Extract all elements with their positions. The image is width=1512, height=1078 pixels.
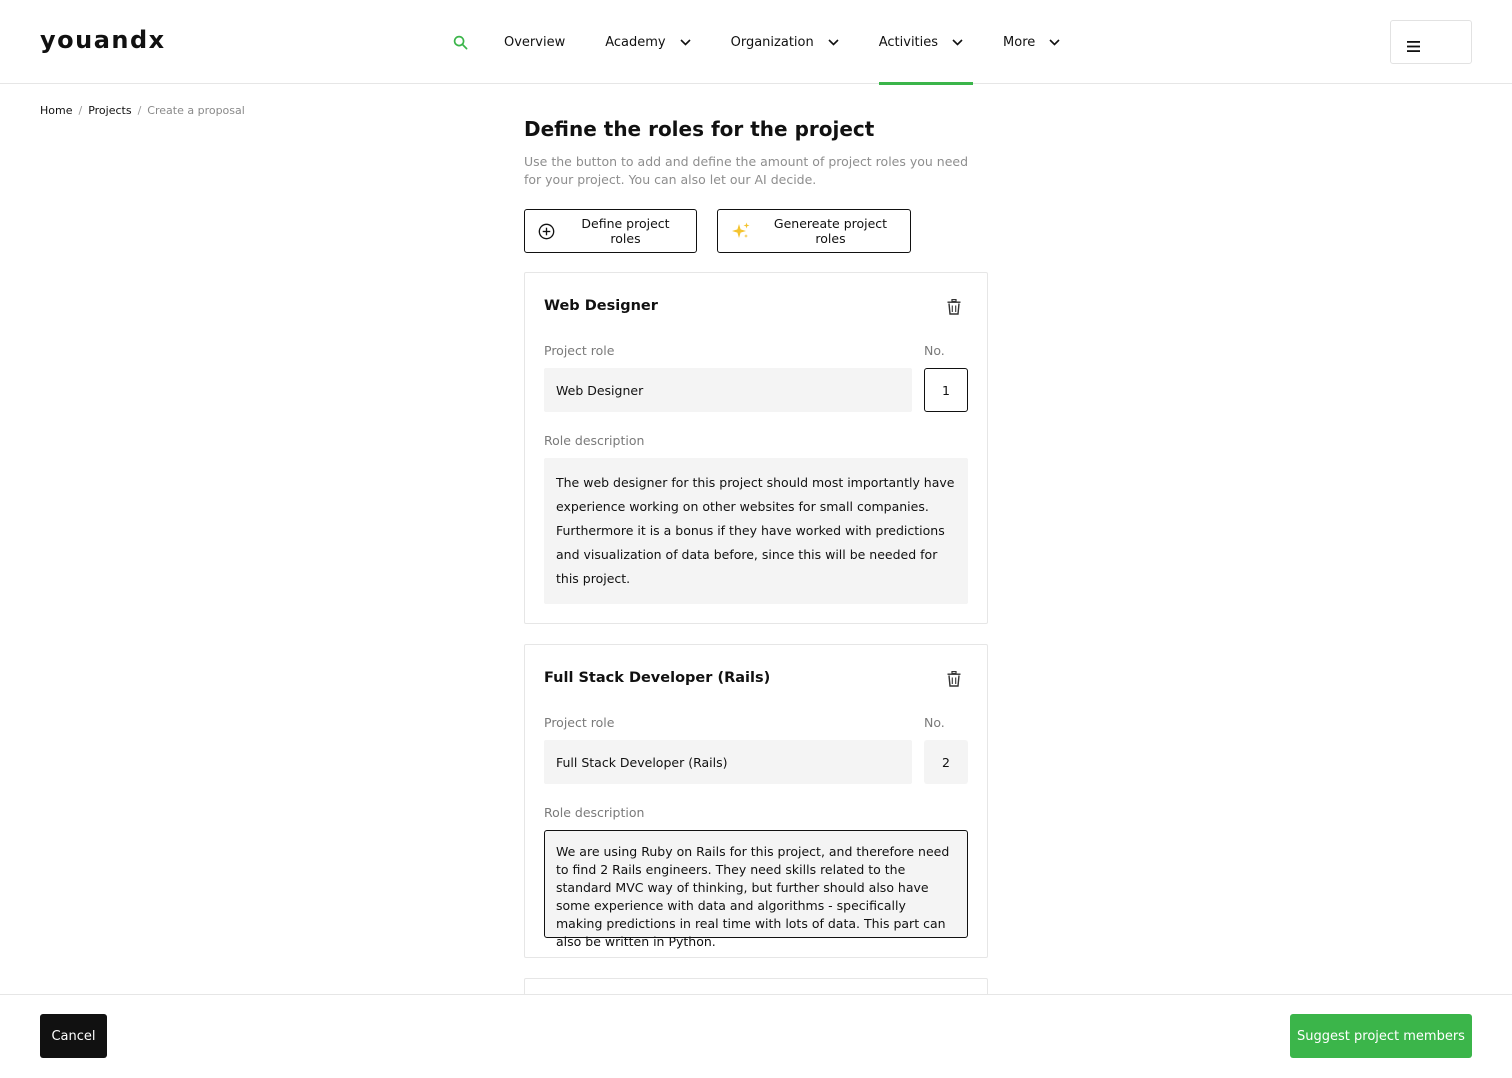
nav-item-label: Organization <box>730 34 814 50</box>
nav-item-label: Academy <box>605 34 666 50</box>
nav-item-organization[interactable]: Organization <box>731 0 839 84</box>
count-label: No. <box>924 715 945 730</box>
role-card-title: Full Stack Developer (Rails) <box>544 670 771 686</box>
breadcrumb: Home / Projects / Create a proposal <box>40 104 245 117</box>
role-card: Web Designer Project role No. Web Design… <box>524 272 988 624</box>
button-label: Define project roles <box>581 216 670 246</box>
project-role-input[interactable]: Full Stack Developer (Rails) <box>544 740 912 784</box>
role-description-label: Role description <box>544 805 645 820</box>
page-subtitle: Use the button to add and define the amo… <box>524 154 969 187</box>
menu-button[interactable] <box>1390 20 1472 64</box>
trash-icon[interactable] <box>947 298 961 315</box>
project-role-label: Project role <box>544 715 615 730</box>
role-description-textarea[interactable]: We are using Ruby on Rails for this proj… <box>544 830 968 949</box>
main-nav: Overview Academy Organization Activities… <box>446 0 1100 85</box>
role-card-title: Web Designer <box>544 298 658 314</box>
plus-circle-icon <box>538 223 555 240</box>
footer-bar: Cancel Suggest project members <box>0 994 1512 1078</box>
hamburger-menu-icon <box>1407 37 1420 56</box>
count-label: No. <box>924 343 945 358</box>
role-count-input[interactable]: 1 <box>924 368 968 412</box>
role-card: Full Stack Developer (Rails) Project rol… <box>524 644 988 958</box>
role-description-textarea[interactable]: The web designer for this project should… <box>544 458 968 604</box>
nav-item-label: More <box>1003 34 1036 50</box>
nav-item-overview[interactable]: Overview <box>504 0 565 84</box>
sparkles-icon <box>731 221 751 241</box>
role-description-label: Role description <box>544 433 645 448</box>
logo[interactable]: youandx <box>40 26 166 54</box>
top-header: youandx Overview Academy Organization Ac… <box>0 0 1512 85</box>
breadcrumb-projects[interactable]: Projects <box>88 104 131 117</box>
project-role-input[interactable]: Web Designer <box>544 368 912 412</box>
breadcrumb-separator: / <box>137 104 142 117</box>
nav-item-more[interactable]: More <box>1003 0 1060 84</box>
button-label: Genereate project roles <box>773 216 888 246</box>
nav-item-academy[interactable]: Academy <box>605 0 691 84</box>
chevron-down-icon <box>828 38 839 46</box>
breadcrumb-home[interactable]: Home <box>40 104 72 117</box>
define-project-roles-button[interactable]: Define project roles <box>524 209 697 253</box>
chevron-down-icon <box>952 38 963 46</box>
nav-item-label: Activities <box>878 34 939 50</box>
nav-item-activities[interactable]: Activities <box>878 0 974 85</box>
search-icon[interactable] <box>446 28 474 56</box>
chevron-down-icon <box>1049 38 1060 46</box>
breadcrumb-separator: / <box>78 104 83 117</box>
main-content: Define the roles for the project Use the… <box>524 116 988 253</box>
chevron-down-icon <box>680 38 691 46</box>
suggest-project-members-button[interactable]: Suggest project members <box>1290 1014 1472 1058</box>
cancel-button[interactable]: Cancel <box>40 1014 107 1058</box>
generate-project-roles-button[interactable]: Genereate project roles <box>717 209 911 253</box>
page-title: Define the roles for the project <box>524 117 875 141</box>
role-actions: Define project roles Genereate project r… <box>524 209 988 253</box>
role-count-input[interactable]: 2 <box>924 740 968 784</box>
breadcrumb-current: Create a proposal <box>147 104 245 117</box>
project-role-label: Project role <box>544 343 615 358</box>
trash-icon[interactable] <box>947 670 961 687</box>
nav-item-label: Overview <box>504 34 566 50</box>
